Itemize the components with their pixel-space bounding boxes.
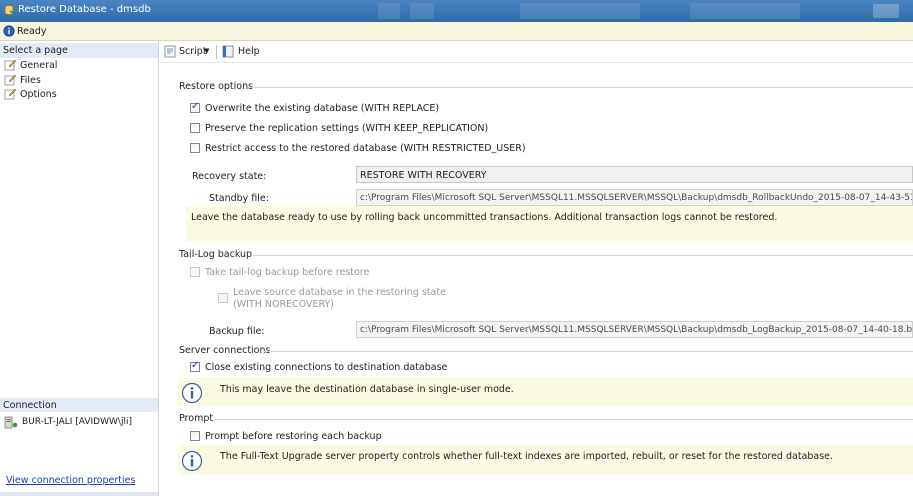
background-window-ghost <box>410 3 434 19</box>
recovery-note-bar: Leave the database ready to use by rolli… <box>186 206 913 242</box>
backup-file-value: c:\Program Files\Microsoft SQL Server\MS… <box>360 325 913 335</box>
overwrite-checkbox[interactable]: Overwrite the existing database (WITH RE… <box>190 101 450 115</box>
preserve-replication-checkbox-label: Preserve the replication settings (WITH … <box>205 123 489 134</box>
take-tail-log-checkbox-label: Take tail-log backup before restore <box>205 267 370 278</box>
prompt-before-checkbox-label: Prompt before restoring each backup <box>205 431 382 442</box>
info-circle-icon <box>181 382 203 404</box>
overwrite-checkbox-box[interactable] <box>190 101 200 113</box>
server-icon <box>4 416 18 429</box>
take-tail-log-checkbox[interactable]: Take tail-log backup before restore <box>190 266 390 279</box>
left-pane: Select a page General Files Options Conn… <box>0 41 159 496</box>
standby-file-field[interactable]: c:\Program Files\Microsoft SQL Server\MS… <box>356 189 913 206</box>
restrict-access-checkbox[interactable]: Restrict access to the restored database… <box>190 142 526 155</box>
server-connections-info-bar: This may leave the destination database … <box>178 377 913 406</box>
connection-header: Connection <box>0 398 158 412</box>
server-connections-info-text: This may leave the destination database … <box>220 384 514 395</box>
script-button-label: Script <box>179 46 207 57</box>
database-restore-icon <box>4 5 14 15</box>
view-connection-properties-link[interactable]: View connection properties <box>6 475 135 486</box>
leave-source-checkbox-box[interactable] <box>218 293 228 303</box>
info-circle-icon <box>181 450 203 472</box>
help-button[interactable]: Help <box>222 45 262 59</box>
prompt-before-checkbox[interactable]: Prompt before restoring each backup <box>190 430 390 443</box>
window-control-button[interactable] <box>873 4 899 18</box>
backup-file-label: Backup file: <box>209 326 265 337</box>
page-files-label: Files <box>20 75 41 86</box>
toolbar-separator <box>216 45 217 59</box>
window-title: Restore Database - dmsdb <box>18 4 151 15</box>
leave-source-line1: Leave source database in the restoring s… <box>233 287 446 298</box>
prompt-info-bar: The Full-Text Upgrade server property co… <box>178 445 913 475</box>
preserve-replication-checkbox[interactable]: Preserve the replication settings (WITH … <box>190 122 490 135</box>
section-divider <box>215 419 913 420</box>
leave-source-line2: (WITH NORECOVERY) <box>233 299 335 310</box>
script-icon <box>164 45 176 58</box>
title-bar: Restore Database - dmsdb <box>0 0 913 22</box>
recovery-note-text: Leave the database ready to use by rolli… <box>191 212 778 223</box>
prompt-info-text: The Full-Text Upgrade server property co… <box>220 451 834 462</box>
section-divider <box>253 255 913 256</box>
preserve-replication-checkbox-box[interactable] <box>190 123 200 133</box>
status-bar: Ready <box>0 22 913 41</box>
background-window-ghost <box>520 3 640 19</box>
restrict-access-checkbox-box[interactable] <box>190 143 200 153</box>
prompt-before-checkbox-box[interactable] <box>190 431 200 441</box>
background-window-ghost <box>378 3 400 19</box>
options-page: Script ▼ Help Restore options Overwrite … <box>160 41 913 496</box>
page-options-label: Options <box>20 89 57 100</box>
chevron-down-icon[interactable]: ▼ <box>204 47 209 55</box>
page-wrench-icon <box>4 74 17 86</box>
status-text: Ready <box>17 26 47 37</box>
connection-server: BUR-LT-JALI [AVIDWW\jli] <box>4 416 154 430</box>
page-wrench-icon <box>4 88 17 100</box>
select-page-header: Select a page <box>0 43 158 58</box>
tail-log-header: Tail-Log backup <box>179 249 253 260</box>
info-icon <box>3 25 15 37</box>
take-tail-log-checkbox-box[interactable] <box>190 267 200 277</box>
close-connections-checkbox-label: Close existing connections to destinatio… <box>205 362 448 373</box>
restrict-access-checkbox-label: Restrict access to the restored database… <box>205 143 526 154</box>
leave-source-checkbox[interactable]: Leave source database in the restoring s… <box>218 287 448 313</box>
page-wrench-icon <box>4 59 17 71</box>
page-options[interactable]: Options <box>4 88 124 101</box>
connection-server-name: BUR-LT-JALI [AVIDWW\jli] <box>22 417 132 427</box>
background-window-ghost <box>690 3 800 19</box>
script-button[interactable]: Script ▼ <box>164 45 212 59</box>
close-connections-checkbox[interactable]: Close existing connections to destinatio… <box>190 360 447 374</box>
toolbar: Script ▼ Help <box>160 41 913 63</box>
page-general-label: General <box>20 60 58 71</box>
overwrite-checkbox-label: Overwrite the existing database (WITH RE… <box>205 103 440 114</box>
prompt-header: Prompt <box>179 413 214 424</box>
standby-file-label: Standby file: <box>209 193 269 204</box>
page-general[interactable]: General <box>4 59 124 72</box>
close-connections-checkbox-box[interactable] <box>190 360 200 372</box>
help-icon <box>222 45 234 58</box>
help-button-label: Help <box>238 46 260 57</box>
section-divider <box>248 87 913 88</box>
recovery-state-dropdown[interactable]: RESTORE WITH RECOVERY <box>356 166 913 183</box>
server-connections-header: Server connections <box>179 345 271 356</box>
section-divider <box>264 351 913 352</box>
recovery-state-label: Recovery state: <box>192 171 267 182</box>
page-files[interactable]: Files <box>4 74 124 87</box>
recovery-state-value: RESTORE WITH RECOVERY <box>360 170 487 181</box>
standby-file-value: c:\Program Files\Microsoft SQL Server\MS… <box>360 193 913 203</box>
left-pane-footer <box>0 492 158 496</box>
restore-options-header: Restore options <box>179 81 254 92</box>
backup-file-field[interactable]: c:\Program Files\Microsoft SQL Server\MS… <box>356 321 913 338</box>
